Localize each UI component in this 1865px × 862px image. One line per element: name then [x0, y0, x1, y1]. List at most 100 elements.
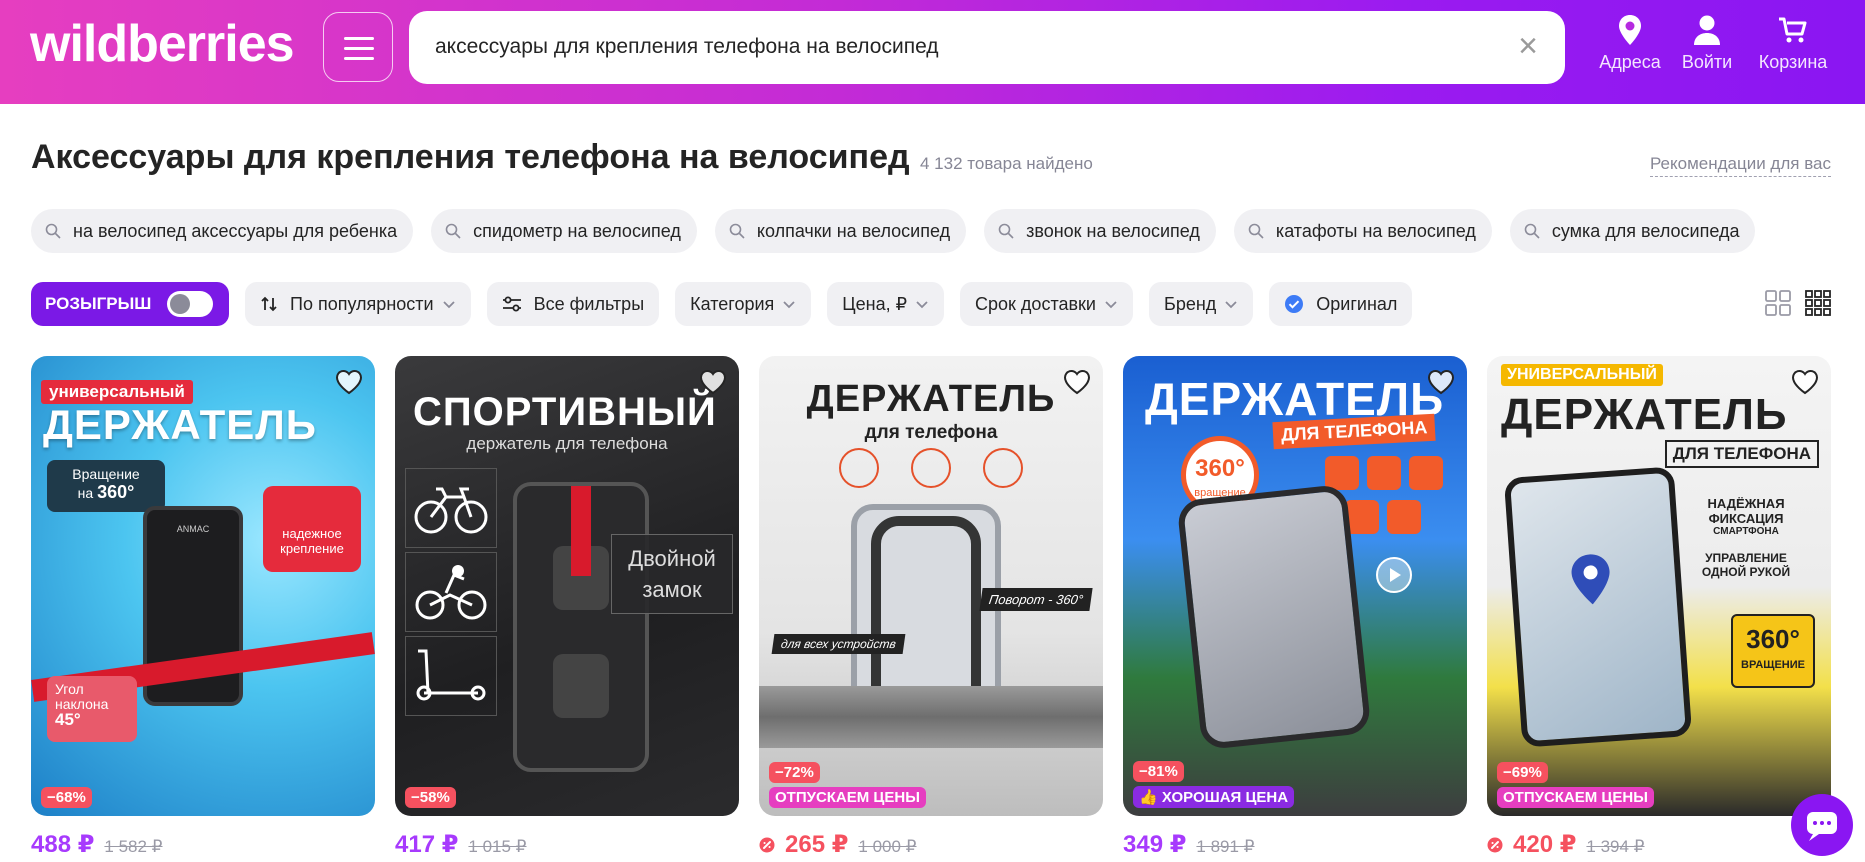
motorcycle-icon: [911, 448, 951, 488]
sort-dropdown[interactable]: По популярности: [245, 282, 471, 326]
results-count: 4 132 товара найдено: [920, 154, 1093, 173]
nav-login[interactable]: Войти: [1679, 14, 1735, 73]
motorcycle-icon: [1409, 456, 1443, 490]
price-row: 488 ₽ 1 582 ₽: [31, 830, 375, 859]
bicycle-icon: [839, 448, 879, 488]
thumbs-up-icon: 👍: [1139, 789, 1158, 806]
current-price: 417 ₽: [395, 831, 459, 858]
chevron-down-icon: [783, 301, 795, 309]
search-icon: [998, 223, 1014, 239]
sort-label: По популярности: [290, 293, 434, 314]
discount-badge: −68%: [41, 787, 92, 808]
price-row: 265 ₽ 1 000 ₽: [759, 830, 1103, 859]
chip-bike-bag[interactable]: сумка для велосипеда: [1509, 209, 1756, 253]
features-list: НАДЁЖНАЯ ФИКСАЦИЯ СМАРТФОНА УПРАВЛЕНИЕ О…: [1671, 496, 1821, 579]
favorite-heart-icon[interactable]: [1789, 366, 1821, 398]
favorite-heart-icon[interactable]: [697, 366, 729, 398]
brand-label: Бренд: [1164, 293, 1217, 314]
brand-dropdown[interactable]: Бренд: [1149, 282, 1254, 326]
handlebar-illustration: [759, 686, 1103, 748]
current-price: 349 ₽: [1123, 831, 1187, 858]
verified-check-icon: [1285, 295, 1304, 313]
giveaway-label: РОЗЫГРЫШ: [45, 294, 152, 313]
chat-button[interactable]: [1791, 794, 1853, 856]
view-switcher: [1765, 290, 1831, 316]
product-image[interactable]: СПОРТИВНЫЙ держатель для телефона Двойно…: [395, 356, 739, 816]
clear-search-icon[interactable]: ×: [1513, 29, 1543, 63]
product-image[interactable]: УНИВЕРСАЛЬНЫЙ ДЕРЖАТЕЛЬ ДЛЯ ТЕЛЕФОНА НАД…: [1487, 356, 1831, 816]
lock-line-b: замок: [642, 577, 702, 602]
discount-badge: −72%: [769, 762, 820, 783]
old-price: 1 394 ₽: [1586, 837, 1645, 856]
original-filter-button[interactable]: Оригинал: [1269, 282, 1413, 326]
favorite-heart-icon[interactable]: [333, 366, 365, 398]
hot-price-icon: [759, 837, 775, 852]
phone-holder-illustration: [1176, 483, 1372, 751]
product-card[interactable]: УНИВЕРСАЛЬНЫЙ ДЕРЖАТЕЛЬ ДЛЯ ТЕЛЕФОНА НАД…: [1487, 356, 1831, 859]
rotation-badge: 360° ВРАЩЕНИЕ: [1731, 614, 1815, 688]
grid-large-icon[interactable]: [1765, 290, 1791, 316]
discount-badge: −81%: [1133, 761, 1184, 782]
chip-bell[interactable]: звонок на велосипед: [984, 209, 1216, 253]
search-query[interactable]: аксессуары для крепления телефона на вел…: [435, 35, 939, 59]
nav-cart[interactable]: Корзина: [1757, 14, 1829, 73]
nav-addresses[interactable]: Адреса: [1597, 14, 1663, 73]
recommendations-link[interactable]: Рекомендации для вас: [1649, 154, 1831, 177]
reliability-callout: надежное крепление: [263, 486, 361, 572]
chip-reflectors[interactable]: катафоты на велосипед: [1233, 209, 1492, 253]
search-input[interactable]: аксессуары для крепления телефона на вел…: [409, 11, 1565, 84]
product-image[interactable]: ДЕРЖАТЕЛЬ ДЛЯ ТЕЛЕФОНА 360° вращение −81…: [1123, 356, 1467, 816]
all-filters-button[interactable]: Все фильтры: [486, 282, 660, 326]
delivery-dropdown[interactable]: Срок доставки: [960, 282, 1133, 326]
play-video-icon[interactable]: [1375, 556, 1413, 594]
tilt-callout: Угол наклона 45°: [47, 676, 137, 742]
product-card[interactable]: СПОРТИВНЫЙ держатель для телефона Двойно…: [395, 356, 739, 859]
product-image[interactable]: ДЕРЖАТЕЛЬ для телефона Поворот - 360° дл…: [759, 356, 1103, 816]
lock-line-a: Двойной: [628, 546, 716, 571]
user-icon: [1694, 15, 1720, 45]
rotation-degrees: 360°: [1746, 624, 1800, 654]
nav-login-label: Войти: [1681, 52, 1733, 72]
nav-cart-label: Корзина: [1758, 52, 1828, 72]
category-dropdown[interactable]: Категория: [675, 282, 812, 326]
rotation-line-b: на: [77, 485, 94, 501]
product-image[interactable]: универсальный ДЕРЖАТЕЛЬ Вращение на 360°…: [31, 356, 375, 816]
discount-badge: −69%: [1497, 762, 1548, 783]
feature-2-sub: ОДНОЙ РУКОЙ: [1701, 565, 1791, 579]
giveaway-switch[interactable]: [167, 291, 214, 317]
product-headline: ДЕРЖАТЕЛЬ: [806, 378, 1056, 420]
chip-valve-caps[interactable]: колпачки на велосипед: [714, 209, 967, 253]
grid-small-icon[interactable]: [1805, 290, 1831, 316]
product-subheadline: держатель для телефона: [466, 434, 668, 453]
menu-bar: [344, 57, 374, 60]
nav-addresses-label: Адреса: [1599, 52, 1661, 72]
feature-1-sub: СМАРТФОНА: [1713, 526, 1779, 537]
rotation-label: ВРАЩЕНИЕ: [1741, 659, 1805, 671]
favorite-heart-icon[interactable]: [1425, 366, 1457, 398]
chevron-down-icon: [1225, 301, 1237, 309]
chip-label: на велосипед аксессуары для ребенка: [73, 220, 398, 241]
product-card[interactable]: ДЕРЖАТЕЛЬ для телефона Поворот - 360° дл…: [759, 356, 1103, 859]
chip-label: звонок на велосипед: [1026, 220, 1200, 241]
product-card[interactable]: ДЕРЖАТЕЛЬ ДЛЯ ТЕЛЕФОНА 360° вращение −81…: [1123, 356, 1467, 859]
giveaway-toggle-button[interactable]: РОЗЫГРЫШ: [31, 282, 229, 326]
rotation-callout: Вращение на 360°: [47, 460, 165, 512]
reliability-line-b: крепление: [280, 541, 344, 556]
chip-speedometer[interactable]: спидометр на велосипед: [431, 209, 697, 253]
moped-icon: [1367, 456, 1401, 490]
badges: −69% ОТПУСКАЕМ ЦЕНЫ: [1497, 762, 1654, 808]
discount-badge: −58%: [405, 787, 456, 808]
product-card[interactable]: универсальный ДЕРЖАТЕЛЬ Вращение на 360°…: [31, 356, 375, 859]
search-icon: [1248, 223, 1264, 239]
chip-label: колпачки на велосипед: [756, 220, 951, 241]
double-lock-callout: Двойной замок: [611, 534, 733, 614]
old-price: 1 015 ₽: [468, 837, 527, 856]
tilt-line-a: Угол: [55, 681, 84, 697]
product-headline: ДЕРЖАТЕЛЬ: [43, 401, 317, 448]
chip-kids-accessories[interactable]: на велосипед аксессуары для ребенка: [31, 209, 414, 253]
wildberries-logo[interactable]: wildberries: [30, 14, 295, 74]
price-dropdown[interactable]: Цена, ₽: [827, 282, 945, 326]
chat-bubble-icon: [1807, 812, 1837, 841]
favorite-heart-icon[interactable]: [1061, 366, 1093, 398]
menu-button[interactable]: [323, 12, 393, 82]
